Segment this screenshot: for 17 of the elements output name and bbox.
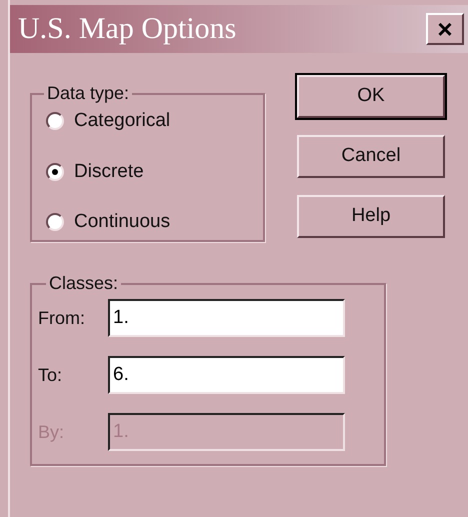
field-label: To: [38,364,64,386]
window-title: U.S. Map Options [18,14,236,44]
dialog-button[interactable]: Help [297,195,445,238]
input-field[interactable]: 1. [108,299,345,337]
field-label: From: [38,306,86,330]
dialog-button[interactable]: Cancel [297,135,445,178]
radio-button[interactable] [46,213,64,232]
radio-button[interactable] [46,162,64,181]
dialog-button[interactable]: OK [297,75,445,118]
input-field[interactable]: 6. [108,356,345,394]
radio-label: Discrete [74,160,144,184]
group-label: Data type: [46,82,130,105]
close-button[interactable]: × [426,13,464,45]
radio-label: Categorical [74,109,170,133]
radio-button[interactable] [46,112,64,130]
group-label: Classes: [48,272,120,295]
radio-label: Continuous [74,210,170,234]
